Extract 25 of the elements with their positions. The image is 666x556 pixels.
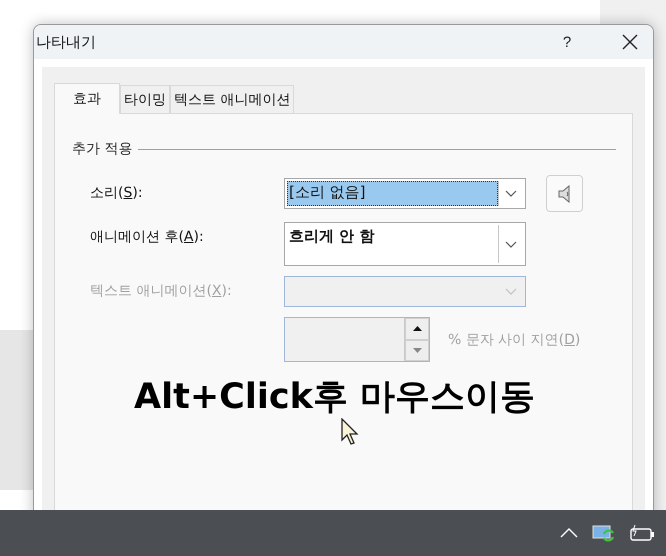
chevron-up-icon[interactable] [560, 528, 578, 538]
tab[interactable]: 텍스트 애니메이션 [170, 85, 294, 113]
field-label: % 문자 사이 지연(D) [448, 330, 580, 348]
up-arrow-icon [412, 326, 422, 332]
tab[interactable]: 효과 [54, 83, 120, 114]
chevron-down-icon [505, 240, 517, 248]
down-arrow-icon [412, 348, 422, 353]
mouse-cursor-icon [341, 418, 361, 446]
battery-icon[interactable] [630, 524, 656, 542]
speaker-icon [558, 184, 572, 204]
sync-icon[interactable] [592, 524, 616, 542]
chevron-down-icon [505, 288, 517, 295]
field-label: 텍스트 애니메이션(X): [90, 282, 233, 300]
chevron-down-icon [505, 190, 517, 197]
field-label: 애니메이션 후(A): [90, 228, 205, 246]
play-sound-button[interactable] [546, 175, 583, 212]
close-icon [622, 34, 638, 50]
help-button[interactable]: ? [547, 34, 587, 50]
dropdown-field[interactable]: 흐리게 안 함 [284, 222, 526, 266]
tab[interactable]: 타이밍 [120, 85, 170, 113]
group-title: 추가 적용 [72, 140, 132, 158]
dropdown-field[interactable]: [소리 없음] [284, 178, 526, 209]
window-title: 나타내기 [36, 32, 97, 52]
annotation-text: Alt+Click후 마우스이동 [134, 376, 536, 418]
field-label: 소리(S): [90, 184, 144, 202]
